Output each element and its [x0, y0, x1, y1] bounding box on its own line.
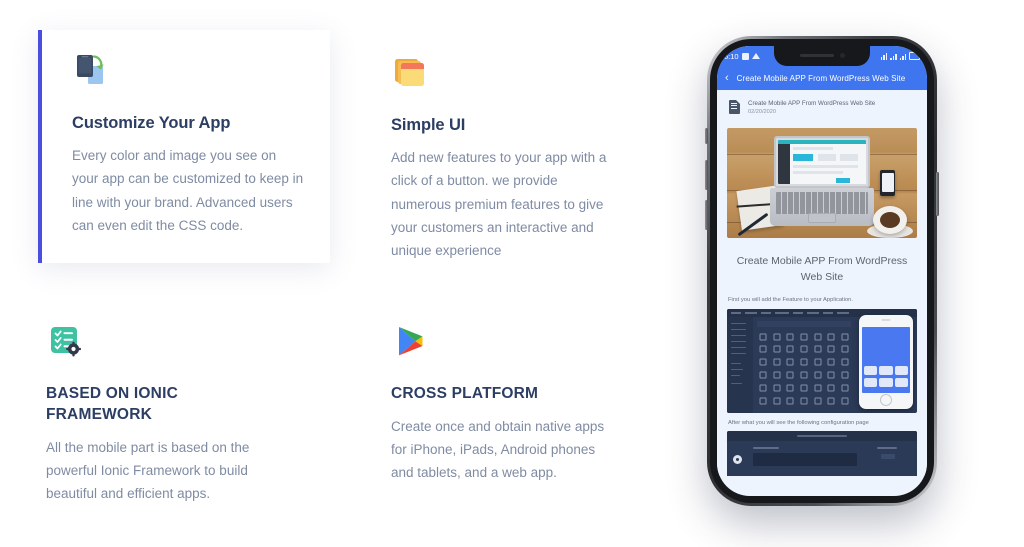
- phone-volume-up-button[interactable]: [705, 160, 708, 190]
- checklist-gear-icon: [46, 322, 86, 362]
- article-meta-title: Create Mobile APP From WordPress Web Sit…: [748, 100, 876, 107]
- feature-card-simple-ui[interactable]: Simple UI Add new features to your app w…: [385, 32, 635, 262]
- phone-mute-switch[interactable]: [705, 128, 708, 144]
- signal-icon: [890, 53, 897, 60]
- phone-mockup: 6:10 ‹ Create Mobile APP From WordPress …: [705, 36, 939, 506]
- smartphone-object: [880, 170, 895, 197]
- download-icon: [751, 53, 760, 59]
- phone-notch: [774, 46, 870, 66]
- camera-icon: [741, 52, 749, 60]
- status-bar-time: 6:10: [724, 51, 739, 61]
- feature-title: Customize Your App: [72, 114, 231, 132]
- back-arrow-icon[interactable]: ‹: [725, 72, 729, 84]
- article-meta: Create Mobile APP From WordPress Web Sit…: [717, 90, 927, 125]
- article-content[interactable]: Create Mobile APP From WordPress Web Sit…: [717, 90, 927, 476]
- gear-icon: [733, 454, 742, 464]
- feature-body: Create once and obtain native apps for i…: [391, 418, 605, 481]
- article-meta-date: 02/20/2020: [748, 109, 776, 116]
- iphone-preview: [859, 314, 913, 409]
- google-play-icon: [391, 322, 431, 362]
- feature-body: Every color and image you see on your ap…: [72, 148, 304, 233]
- hero-image: [727, 128, 917, 239]
- feature-title: BASED ON IONIC FRAMEWORK: [46, 385, 178, 423]
- stacked-notes-icon: [391, 52, 431, 92]
- feature-grid: Customize Your App Every color and image…: [38, 30, 640, 501]
- article-paragraph-1: First you will add the Feature to your A…: [728, 296, 854, 303]
- article-paragraph-2: After what you will see the following co…: [728, 419, 869, 426]
- laptop-object: [770, 136, 874, 227]
- app-bar: ‹ Create Mobile APP From WordPress Web S…: [717, 66, 927, 90]
- screenshot-icon-picker: [727, 308, 917, 413]
- earpiece-speaker: [800, 54, 834, 57]
- feature-title: Simple UI: [391, 116, 466, 134]
- feature-card-cross-platform[interactable]: CROSS PLATFORM Create once and obtain na…: [385, 302, 635, 485]
- icon-grid: [757, 331, 851, 407]
- phone-volume-down-button[interactable]: [705, 200, 708, 230]
- battery-icon: [909, 52, 921, 60]
- phone-screen[interactable]: 6:10 ‹ Create Mobile APP From WordPress …: [717, 46, 927, 496]
- front-camera-icon: [840, 53, 845, 58]
- page-root: Customize Your App Every color and image…: [0, 0, 1024, 547]
- feature-body: All the mobile part is based on the powe…: [46, 439, 250, 502]
- screenshot-page-settings: [727, 430, 917, 476]
- feature-title: CROSS PLATFORM: [391, 385, 539, 402]
- feature-card-based-on-ionic-framework[interactable]: BASED ON IONIC FRAMEWORK All the mobile …: [40, 302, 330, 506]
- phone-power-button[interactable]: [936, 172, 939, 216]
- feature-body: Add new features to your app with a clic…: [391, 150, 607, 259]
- signal-icon: [899, 53, 906, 60]
- document-icon: [729, 100, 740, 114]
- device-refresh-icon: [72, 50, 112, 90]
- wifi-icon: [880, 52, 887, 60]
- app-bar-title: Create Mobile APP From WordPress Web Sit…: [736, 73, 906, 83]
- article-headline: Create Mobile APP From WordPress Web Sit…: [736, 255, 908, 283]
- phone-frame: 6:10 ‹ Create Mobile APP From WordPress …: [705, 36, 939, 506]
- feature-card-customize-your-app[interactable]: Customize Your App Every color and image…: [38, 30, 330, 264]
